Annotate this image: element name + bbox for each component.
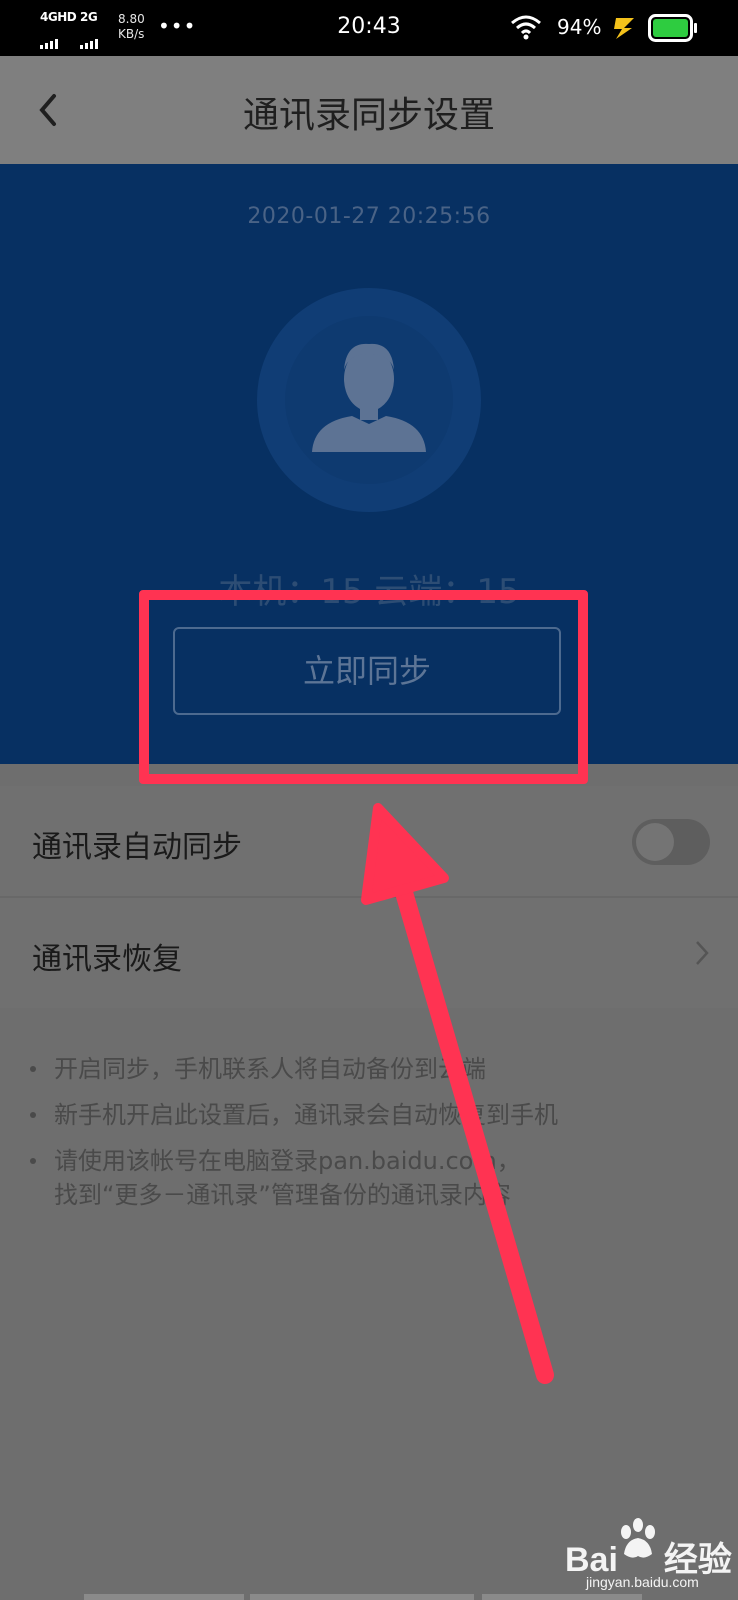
note-text: 开启同步，手机联系人将自动备份到云端 — [54, 1055, 486, 1083]
bullet-icon — [30, 1158, 36, 1164]
bullet-icon — [30, 1112, 36, 1118]
wifi-icon — [511, 15, 541, 40]
toggle-knob — [636, 823, 674, 861]
person-icon — [312, 343, 426, 452]
status-bar: 4GHD 2G 8.80 KB/s ••• 20:43 94% — [0, 0, 738, 56]
note-text: 请使用该帐号在电脑登录pan.baidu.com， 找到“更多－通讯录”管理备份… — [54, 1147, 521, 1209]
note-text: 新手机开启此设置后，通讯录会自动恢复到手机 — [54, 1101, 558, 1129]
auto-sync-row[interactable]: 通讯录自动同步 — [0, 786, 738, 896]
auto-sync-label: 通讯录自动同步 — [32, 830, 242, 865]
chevron-right-icon — [696, 941, 709, 965]
last-sync-timestamp: 2020-01-27 20:25:56 — [247, 204, 491, 229]
charging-bolt-icon — [614, 18, 634, 39]
battery-icon — [648, 14, 697, 42]
contacts-restore-label: 通讯录恢复 — [32, 942, 182, 977]
highlight-box — [139, 590, 588, 784]
page-title: 通讯录同步设置 — [242, 95, 495, 136]
bottom-tab-stub — [84, 1594, 244, 1600]
contacts-restore-row[interactable]: 通讯录恢复 — [0, 898, 738, 1008]
auto-sync-toggle[interactable] — [632, 819, 710, 865]
app-header: 通讯录同步设置 — [0, 56, 738, 164]
note-item: 开启同步，手机联系人将自动备份到云端 — [30, 1052, 486, 1086]
watermark-domain: jingyan.baidu.com — [586, 1574, 699, 1590]
bottom-tab-stub — [250, 1594, 474, 1600]
note-item: 新手机开启此设置后，通讯录会自动恢复到手机 — [30, 1098, 558, 1132]
bottom-tab-stub — [482, 1594, 642, 1600]
note-item: 请使用该帐号在电脑登录pan.baidu.com， 找到“更多－通讯录”管理备份… — [30, 1144, 521, 1212]
battery-percent: 94% — [557, 15, 602, 39]
bullet-icon — [30, 1066, 36, 1072]
